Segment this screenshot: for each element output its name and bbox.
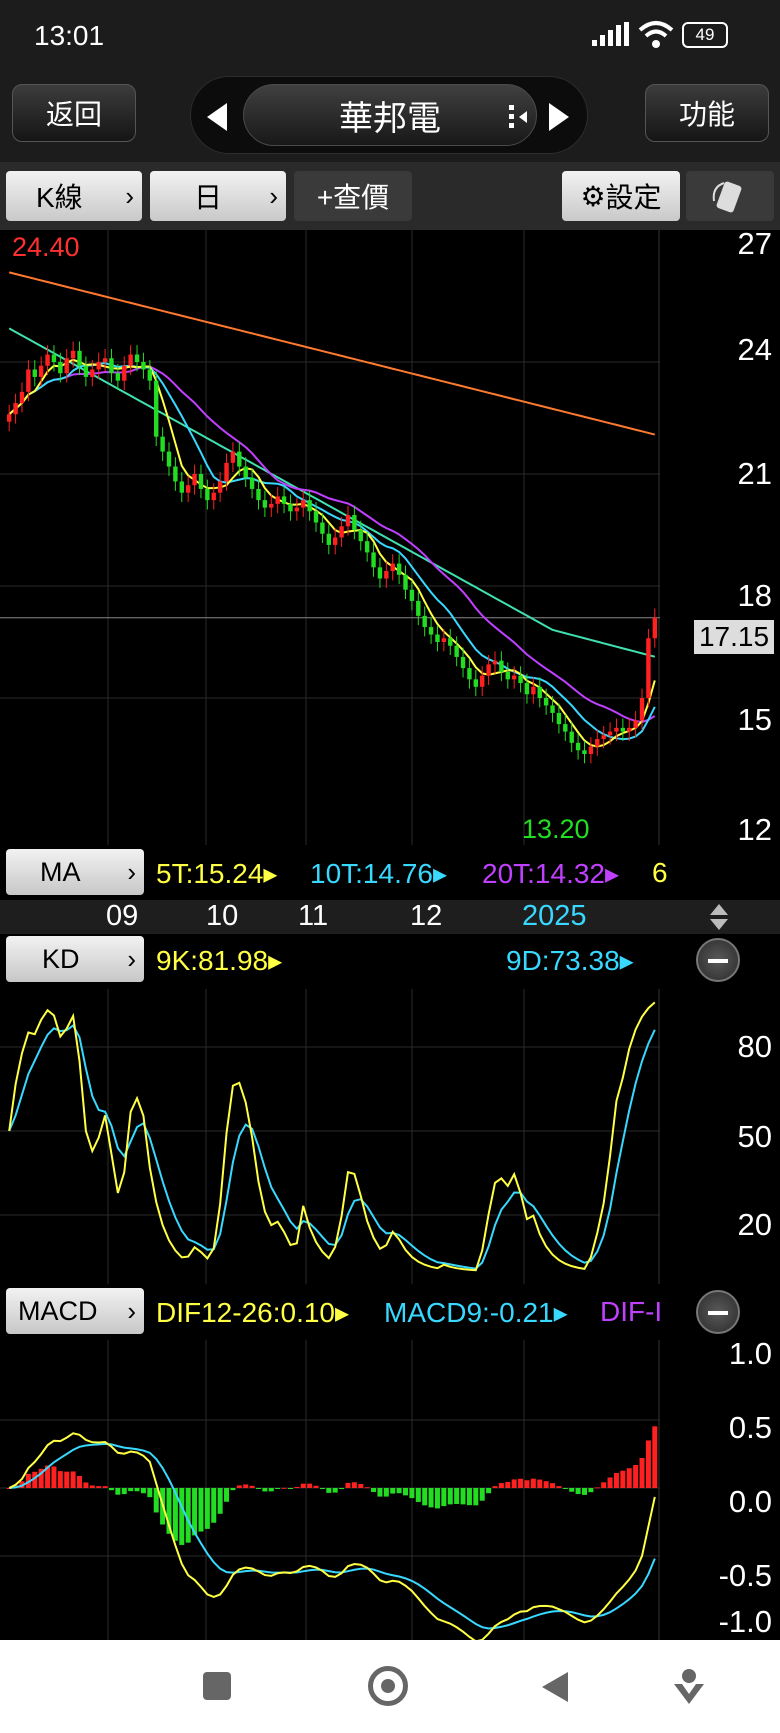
assistant-icon[interactable] [672,1666,706,1706]
ma10-value: 10T:14.76▸ [310,858,448,889]
kd-bar: KD › 9K:81.98▸ 9D:73.38▸ [0,934,780,989]
kd-axis: 80 50 20 [0,989,780,1284]
y-tick: 1.0 [728,1336,772,1371]
stock-title[interactable]: 華邦電 [243,84,537,146]
next-stock-icon[interactable] [547,101,571,133]
period-button[interactable]: 日 › [150,171,286,221]
macd-label: MACD [18,1295,98,1326]
battery-icon: 49 [682,22,728,48]
y-tick: 50 [737,1119,772,1154]
osc-value-partial: DIF-I [600,1296,660,1327]
function-button[interactable]: 功能 [645,84,769,142]
ma-bar: MA › 5T:15.24▸ 10T:14.76▸ 20T:14.32▸ 6 [0,845,780,900]
k-value: 9K:81.98▸ [156,945,283,976]
system-nav-bar [0,1640,780,1733]
kline-button[interactable]: K線 › [6,171,142,221]
y-tick: -0.5 [718,1558,772,1593]
status-time: 13:01 [34,20,105,51]
y-tick: 80 [737,1029,772,1064]
x-axis: 09 10 11 12 2025 [0,900,780,934]
chevron-right-icon: › [269,180,278,211]
home-icon[interactable] [368,1666,408,1706]
price-axis: 27 24 21 18 15 12 17.15 24.40 13.20 [0,226,780,847]
settings-label: 設定 [605,182,662,213]
wifi-icon [638,21,674,48]
x-tick: 12 [410,900,443,932]
remove-kd-button[interactable] [696,938,740,982]
prev-stock-icon[interactable] [205,101,229,133]
d-value: 9D:73.38▸ [506,945,634,976]
period-label: 日 [194,182,223,213]
back-button[interactable]: 返回 [12,84,136,142]
back-nav-icon[interactable] [540,1670,570,1704]
status-bar: 13:01 49 [0,0,780,70]
chevron-right-icon: › [127,943,136,974]
high-price-label: 24.40 [12,232,80,262]
y-tick: -1.0 [718,1604,772,1639]
macd9-value: MACD9:-0.21▸ [384,1297,568,1328]
y-tick: 0.5 [728,1410,772,1445]
settings-button[interactable]: ⚙ 設定 [562,171,680,221]
x-tick: 2025 [522,900,587,932]
y-tick: 27 [737,226,772,261]
macd-bar: MACD › DIF12-26:0.10▸ MACD9:-0.21▸ DIF-I [0,1284,780,1340]
ma60-value-partial: 6 [652,857,668,888]
chart-toolbar: K線 › 日 › +查價 ⚙ 設定 [0,162,780,230]
x-tick: 10 [206,900,239,932]
y-tick: 15 [737,702,772,737]
resize-pane-icon[interactable] [708,902,730,932]
macd-button[interactable]: MACD › [6,1288,144,1334]
y-tick: 21 [737,456,772,491]
query-price-button[interactable]: +查價 [294,171,412,221]
chevron-right-icon: › [125,180,134,211]
macd-axis: 1.0 0.5 0.0 -0.5 -1.0 [0,1336,780,1640]
y-tick: 0.0 [728,1484,772,1519]
rotate-screen-icon [712,181,742,213]
ma-label: MA [40,856,81,887]
y-tick: 20 [737,1207,772,1242]
stock-list-icon[interactable] [507,103,531,131]
current-price-label: 17.15 [694,620,774,654]
remove-macd-button[interactable] [696,1290,740,1334]
signal-icon [592,22,629,46]
nav-bar: 返回 華邦電 功能 [0,70,780,162]
kd-label: KD [42,943,80,974]
rotate-screen-button[interactable] [686,171,774,221]
kline-label: K線 [36,182,83,213]
y-tick: 24 [737,332,772,367]
x-tick: 11 [298,900,329,932]
stock-selector: 華邦電 [190,76,588,154]
chevron-right-icon: › [127,1295,136,1326]
kd-button[interactable]: KD › [6,936,144,982]
chevron-right-icon: › [127,856,136,887]
ma-button[interactable]: MA › [6,849,144,895]
dif-value: DIF12-26:0.10▸ [156,1297,350,1328]
ma5-value: 5T:15.24▸ [156,858,278,889]
battery-level: 49 [695,25,715,44]
recents-icon[interactable] [203,1672,231,1700]
x-tick: 09 [106,900,139,932]
y-tick: 18 [737,578,772,613]
low-price-label: 13.20 [522,814,590,844]
y-tick: 12 [737,812,772,847]
gear-icon: ⚙ [580,180,606,212]
ma20-value: 20T:14.32▸ [482,858,620,889]
